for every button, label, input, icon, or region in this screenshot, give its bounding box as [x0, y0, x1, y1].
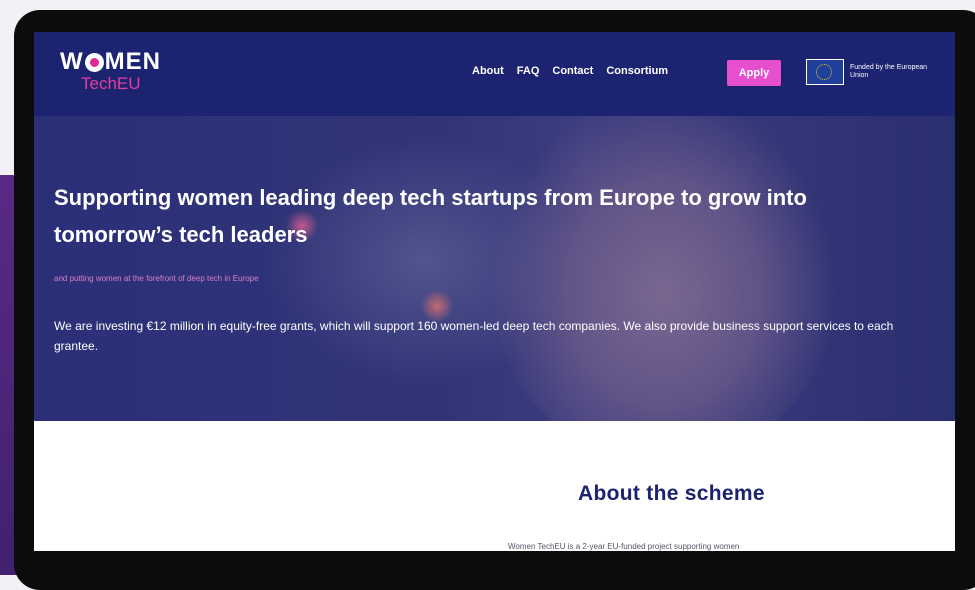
- hero-section: Supporting women leading deep tech start…: [34, 116, 955, 421]
- navigation-bar: W MEN TechEU About FAQ Contact Consortiu…: [34, 32, 955, 116]
- hero-tagline: and putting women at the forefront of de…: [54, 274, 259, 283]
- about-section-title: About the scheme: [578, 482, 765, 505]
- eu-stars-icon: [816, 64, 832, 80]
- nav-link-faq[interactable]: FAQ: [517, 65, 540, 77]
- nav-links: About FAQ Contact Consortium: [472, 65, 685, 77]
- nav-link-consortium[interactable]: Consortium: [606, 65, 668, 77]
- logo-o-icon: [84, 52, 104, 72]
- eu-funding-badge: Funded by the European Union: [806, 59, 940, 85]
- logo-wordmark: W MEN: [60, 50, 161, 74]
- about-section-text: Women TechEU is a 2-year EU-funded proje…: [508, 542, 740, 551]
- logo-letters-men: MEN: [104, 48, 161, 75]
- womentecheu-logo[interactable]: W MEN TechEU: [60, 50, 161, 94]
- eu-flag-icon: [806, 59, 844, 85]
- nav-link-contact[interactable]: Contact: [552, 65, 593, 77]
- hero-photo-woman: [494, 116, 834, 421]
- browser-screen: W MEN TechEU About FAQ Contact Consortiu…: [34, 32, 955, 551]
- hero-description: We are investing €12 million in equity-f…: [54, 319, 894, 353]
- apply-button[interactable]: Apply: [727, 60, 781, 86]
- nav-link-about[interactable]: About: [472, 65, 504, 77]
- eu-badge-text: Funded by the European Union: [850, 64, 928, 79]
- logo-subtitle: TechEU: [81, 74, 141, 93]
- logo-letter-w: W: [60, 48, 84, 75]
- hero-title: Supporting women leading deep tech start…: [54, 185, 807, 247]
